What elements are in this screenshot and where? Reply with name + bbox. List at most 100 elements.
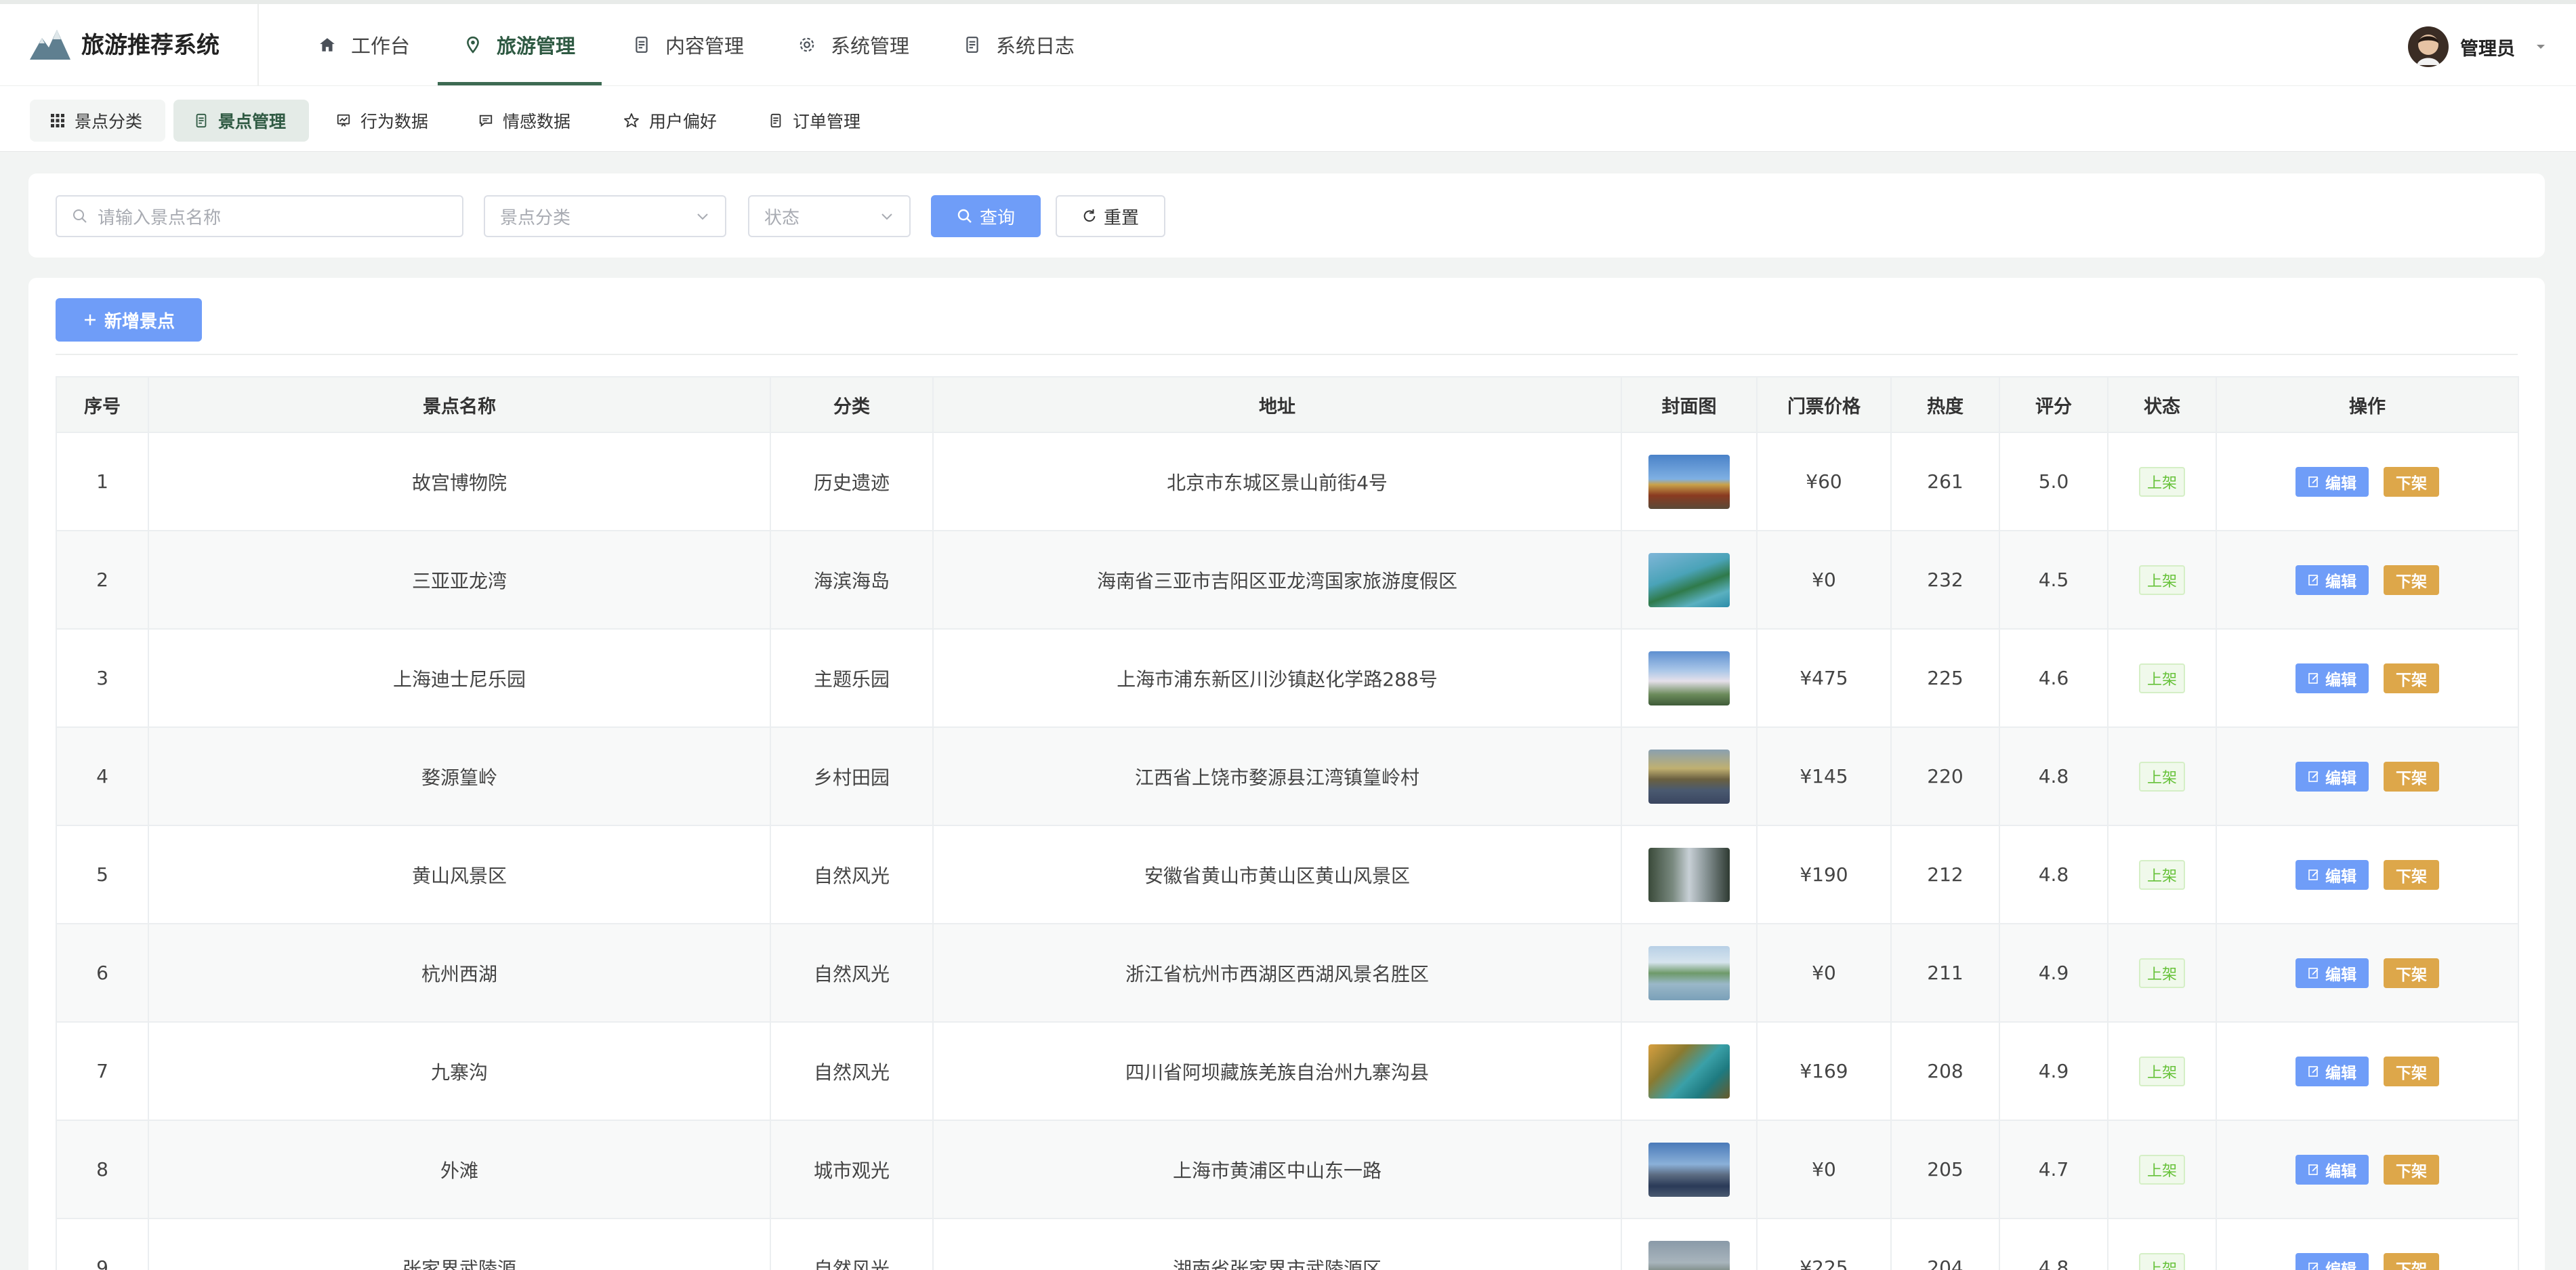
column-header[interactable]: 序号: [56, 376, 149, 433]
edit-label: 编辑: [2325, 1261, 2356, 1270]
avatar: [2408, 26, 2449, 67]
cell-name: 故宫博物院: [148, 432, 771, 531]
nav-system-management[interactable]: 系统管理: [798, 4, 920, 85]
offline-button[interactable]: 下架: [2384, 1056, 2439, 1086]
column-header[interactable]: 状态: [2107, 376, 2217, 433]
table-row[interactable]: 5 黄山风景区 自然风光 安徽省黄山市黄山区黄山风景区 ¥190 212 4.8…: [56, 825, 2519, 924]
status-badge: 上架: [2138, 1154, 2185, 1185]
cell-cover: [1621, 825, 1758, 924]
table-row[interactable]: 1 故宫博物院 历史遗迹 北京市东城区景山前街4号 ¥60 261 5.0 上架…: [56, 432, 2519, 531]
subtab-sentiment-data[interactable]: 情感数据: [458, 100, 594, 142]
subtab-scenic-category[interactable]: 景点分类: [30, 100, 165, 142]
cell-status: 上架: [2107, 1021, 2217, 1121]
offline-button[interactable]: 下架: [2384, 663, 2439, 693]
caret-down-icon: [2537, 45, 2545, 49]
cover-image[interactable]: [1648, 847, 1730, 902]
search-button[interactable]: 查询: [931, 195, 1041, 237]
cover-image[interactable]: [1648, 945, 1730, 1000]
edit-button[interactable]: 编辑: [2295, 1056, 2369, 1086]
category-select[interactable]: 景点分类: [484, 195, 726, 237]
column-header[interactable]: 分类: [770, 376, 934, 433]
offline-button[interactable]: 下架: [2384, 958, 2439, 988]
scenic-name-search-input[interactable]: 请输入景点名称: [56, 195, 463, 237]
search-placeholder: 请输入景点名称: [98, 207, 222, 228]
user-menu[interactable]: 管理员: [2407, 26, 2548, 68]
status-badge: 上架: [2138, 859, 2185, 890]
mountain-logo-icon: [30, 30, 70, 60]
cell-name: 外滩: [148, 1120, 771, 1219]
table-row[interactable]: 6 杭州西湖 自然风光 浙江省杭州市西湖区西湖风景名胜区 ¥0 211 4.9 …: [56, 923, 2519, 1023]
cell-actions: 编辑 下架: [2216, 825, 2519, 924]
nav-workbench[interactable]: 工作台: [318, 4, 420, 85]
cell-cover: [1621, 1120, 1758, 1219]
subtab-scenic-management[interactable]: 景点管理: [173, 100, 309, 142]
app-logo[interactable]: 旅游推荐系统: [28, 24, 220, 61]
edit-button[interactable]: 编辑: [2295, 1154, 2369, 1185]
cell-index: 4: [56, 726, 149, 826]
offline-button[interactable]: 下架: [2384, 466, 2439, 497]
table-row[interactable]: 8 外滩 城市观光 上海市黄浦区中山东一路 ¥0 205 4.7 上架 编辑 下架: [56, 1120, 2519, 1219]
divider: [56, 354, 2518, 355]
cell-actions: 编辑 下架: [2216, 726, 2519, 826]
scenic-list-panel: 新增景点 序号 景点名称 分类 地址 封面图 门票价格 热度 评分 状态 操作: [28, 278, 2545, 1270]
column-header[interactable]: 地址: [932, 376, 1622, 433]
subtab-label: 订单管理: [793, 112, 861, 131]
edit-button[interactable]: 编辑: [2295, 466, 2369, 497]
edit-button[interactable]: 编辑: [2295, 859, 2369, 890]
search-button-label: 查询: [979, 207, 1015, 228]
nav-travel-management[interactable]: 旅游管理: [438, 4, 602, 85]
cell-index: 2: [56, 530, 149, 630]
edit-button[interactable]: 编辑: [2295, 565, 2369, 595]
cover-image[interactable]: [1648, 552, 1730, 607]
edit-label: 编辑: [2325, 671, 2356, 689]
offline-button[interactable]: 下架: [2384, 1252, 2439, 1270]
column-header[interactable]: 封面图: [1621, 376, 1758, 433]
cell-cover: [1621, 1218, 1758, 1270]
nav-system-log[interactable]: 系统日志: [963, 4, 1085, 85]
table-row[interactable]: 2 三亚亚龙湾 海滨海岛 海南省三亚市吉阳区亚龙湾国家旅游度假区 ¥0 232 …: [56, 530, 2519, 630]
cell-actions: 编辑 下架: [2216, 1021, 2519, 1121]
table-row[interactable]: 4 婺源篁岭 乡村田园 江西省上饶市婺源县江湾镇篁岭村 ¥145 220 4.8…: [56, 726, 2519, 826]
table-header-row: 序号 景点名称 分类 地址 封面图 门票价格 热度 评分 状态 操作: [56, 376, 2519, 433]
cover-image[interactable]: [1648, 749, 1730, 804]
cell-heat: 220: [1890, 726, 2000, 826]
subtab-order-management[interactable]: 订单管理: [748, 100, 884, 142]
reset-button-label: 重置: [1103, 207, 1139, 228]
column-header[interactable]: 门票价格: [1756, 376, 1892, 433]
subtab-behavior-data[interactable]: 行为数据: [316, 100, 451, 142]
column-header[interactable]: 热度: [1890, 376, 2000, 433]
column-header[interactable]: 操作: [2216, 376, 2519, 433]
cover-image[interactable]: [1648, 1142, 1730, 1197]
table-row[interactable]: 7 九寨沟 自然风光 四川省阿坝藏族羌族自治州九寨沟县 ¥169 208 4.9…: [56, 1021, 2519, 1121]
offline-button[interactable]: 下架: [2384, 859, 2439, 890]
cell-address: 北京市东城区景山前街4号: [932, 432, 1622, 531]
reset-button[interactable]: 重置: [1056, 195, 1165, 237]
cell-heat: 205: [1890, 1120, 2000, 1219]
column-header[interactable]: 景点名称: [148, 376, 771, 433]
offline-button[interactable]: 下架: [2384, 565, 2439, 595]
cover-image[interactable]: [1648, 454, 1730, 509]
cover-image[interactable]: [1648, 651, 1730, 705]
table-row[interactable]: 3 上海迪士尼乐园 主题乐园 上海市浦东新区川沙镇赵化学路288号 ¥475 2…: [56, 628, 2519, 728]
edit-button[interactable]: 编辑: [2295, 958, 2369, 988]
edit-icon: [2308, 672, 2319, 684]
subtab-label: 景点分类: [75, 112, 143, 131]
subtab-user-preference[interactable]: 用户偏好: [603, 100, 739, 142]
cover-image[interactable]: [1648, 1240, 1730, 1270]
column-header[interactable]: 评分: [1999, 376, 2108, 433]
table-row[interactable]: 9 张家界武陵源 自然风光 湖南省张家界市武陵源区 ¥225 204 4.8 上…: [56, 1218, 2519, 1270]
edit-button[interactable]: 编辑: [2295, 663, 2369, 693]
edit-button[interactable]: 编辑: [2295, 761, 2369, 792]
cell-name: 九寨沟: [148, 1021, 771, 1121]
edit-icon: [2308, 869, 2319, 880]
offline-button[interactable]: 下架: [2384, 761, 2439, 792]
status-select[interactable]: 状态: [748, 195, 911, 237]
nav-content-management[interactable]: 内容管理: [633, 4, 755, 85]
cell-category: 主题乐园: [770, 628, 934, 728]
cell-name: 黄山风景区: [148, 825, 771, 924]
home-icon: [320, 38, 335, 52]
offline-button[interactable]: 下架: [2384, 1154, 2439, 1185]
add-scenic-button[interactable]: 新增景点: [56, 298, 202, 342]
cover-image[interactable]: [1648, 1044, 1730, 1099]
edit-button[interactable]: 编辑: [2295, 1252, 2369, 1270]
